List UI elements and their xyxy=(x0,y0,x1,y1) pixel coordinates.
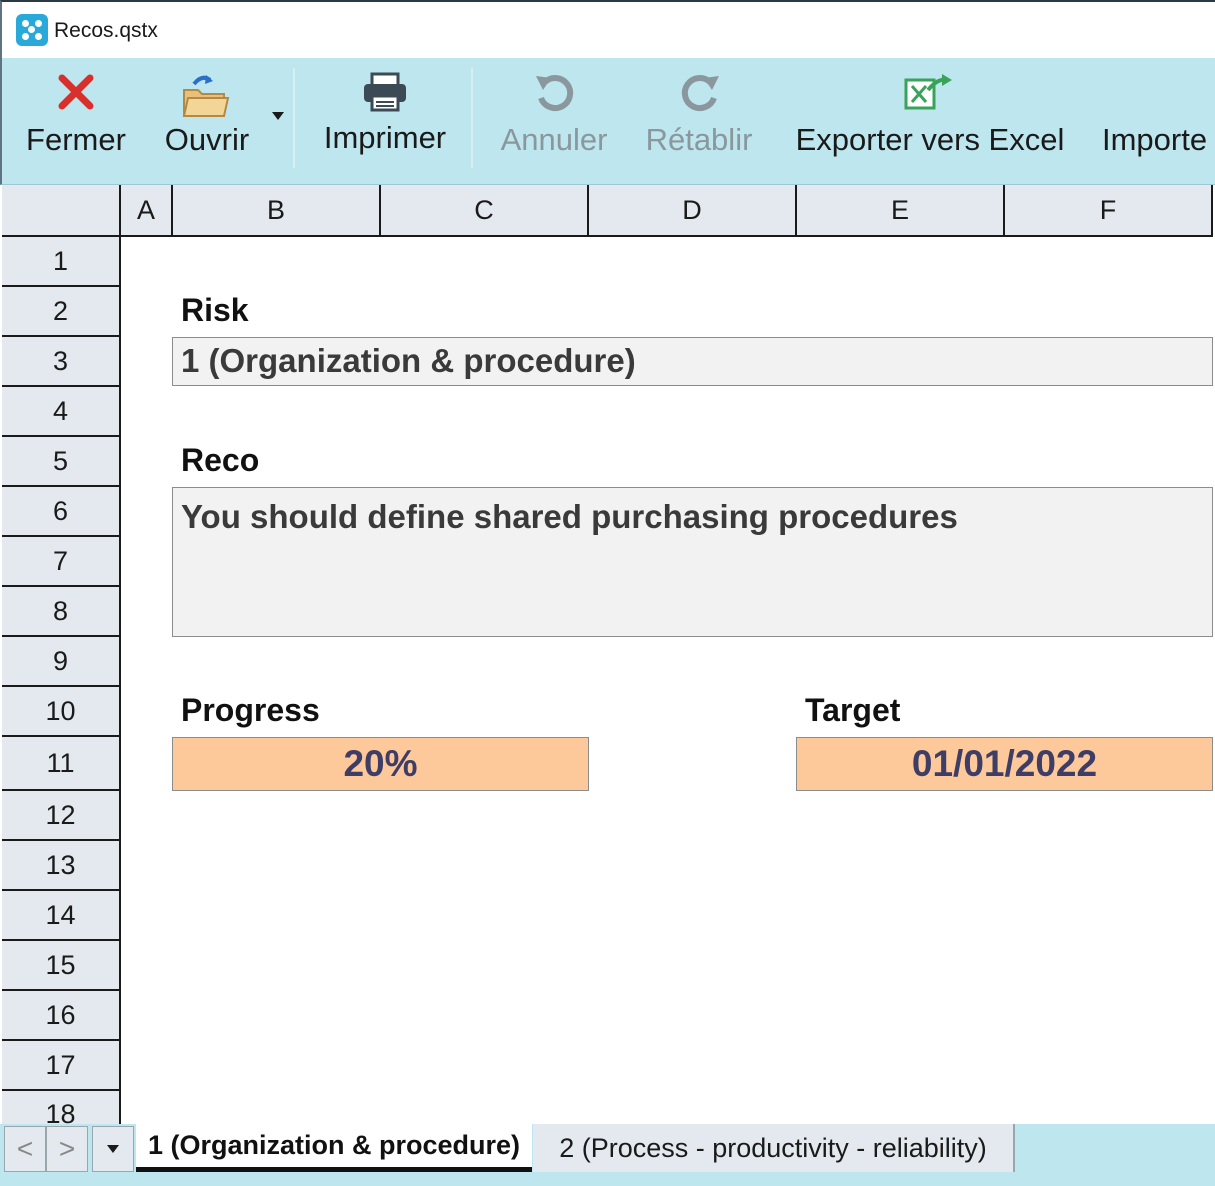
row-header-13[interactable]: 13 xyxy=(2,841,121,891)
row-header-9[interactable]: 9 xyxy=(2,637,121,687)
sheet-tab-1[interactable]: 1 (Organization & procedure) xyxy=(136,1124,532,1172)
redo-icon xyxy=(681,75,719,112)
row-header-11[interactable]: 11 xyxy=(2,737,121,791)
row-header-10[interactable]: 10 xyxy=(2,687,121,737)
toolbar-separator xyxy=(471,68,473,168)
column-header-b[interactable]: B xyxy=(173,185,381,237)
row-header-7[interactable]: 7 xyxy=(2,537,121,587)
progress-label: Progress xyxy=(181,692,320,728)
row-header-8[interactable]: 8 xyxy=(2,587,121,637)
sheet-tab-2[interactable]: 2 (Process - productivity - reliability) xyxy=(533,1124,1015,1172)
row-header-2[interactable]: 2 xyxy=(2,287,121,337)
column-header-d[interactable]: D xyxy=(589,185,797,237)
row-header-1[interactable]: 1 xyxy=(2,237,121,287)
column-header-f[interactable]: F xyxy=(1005,185,1213,237)
risk-field[interactable]: 1 (Organization & procedure) xyxy=(172,337,1213,386)
import-button[interactable]: Importe xyxy=(1094,58,1215,185)
row-header-18[interactable]: 18 xyxy=(2,1091,121,1124)
row-header-4[interactable]: 4 xyxy=(2,387,121,437)
row-header-14[interactable]: 14 xyxy=(2,891,121,941)
title-bar: Recos.qstx xyxy=(0,0,1215,58)
toolbar-separator xyxy=(293,68,295,168)
undo-icon xyxy=(536,75,574,112)
import-label: Importe xyxy=(1102,122,1208,157)
redo-label: Rétablir xyxy=(645,122,753,157)
export-excel-label: Exporter vers Excel xyxy=(795,122,1065,157)
print-label: Imprimer xyxy=(323,120,447,155)
open-folder-icon xyxy=(182,75,230,117)
reco-label: Reco xyxy=(181,442,260,478)
row-header-6[interactable]: 6 xyxy=(2,487,121,537)
column-header-c[interactable]: C xyxy=(381,185,589,237)
close-icon xyxy=(58,74,94,110)
close-label: Fermer xyxy=(26,122,126,157)
open-button[interactable]: Ouvrir xyxy=(152,58,262,185)
column-header-e[interactable]: E xyxy=(797,185,1005,237)
undo-label: Annuler xyxy=(500,122,608,157)
print-button[interactable]: Imprimer xyxy=(310,58,460,185)
close-button[interactable]: Fermer xyxy=(16,58,136,185)
target-field[interactable]: 01/01/2022 xyxy=(796,737,1213,791)
dropdown-arrow-icon[interactable] xyxy=(270,110,286,122)
row-header-16[interactable]: 16 xyxy=(2,991,121,1041)
sheet-list-button[interactable] xyxy=(92,1126,134,1172)
row-header-15[interactable]: 15 xyxy=(2,941,121,991)
window-title: Recos.qstx xyxy=(54,19,158,42)
row-header-3[interactable]: 3 xyxy=(2,337,121,387)
row-header-17[interactable]: 17 xyxy=(2,1041,121,1091)
export-excel-icon xyxy=(904,74,952,110)
target-label: Target xyxy=(805,692,901,728)
chevron-down-icon xyxy=(107,1145,119,1153)
prev-sheet-button[interactable]: < xyxy=(4,1126,46,1172)
ribbon-toolbar: Fermer Ouvrir Imprimer Annuler Rétablir … xyxy=(0,58,1215,185)
app-icon xyxy=(16,14,48,46)
row-header-12[interactable]: 12 xyxy=(2,791,121,841)
printer-icon xyxy=(364,72,406,112)
select-all-corner[interactable] xyxy=(2,185,121,237)
redo-button[interactable]: Rétablir xyxy=(634,58,764,185)
export-excel-button[interactable]: Exporter vers Excel xyxy=(780,58,1080,185)
column-header-a[interactable]: A xyxy=(121,185,173,237)
progress-field[interactable]: 20% xyxy=(172,737,589,791)
open-label: Ouvrir xyxy=(164,122,250,157)
next-sheet-button[interactable]: > xyxy=(46,1126,88,1172)
reco-field[interactable]: You should define shared purchasing proc… xyxy=(172,487,1213,637)
undo-button[interactable]: Annuler xyxy=(489,58,619,185)
risk-label: Risk xyxy=(181,292,249,328)
row-header-5[interactable]: 5 xyxy=(2,437,121,487)
